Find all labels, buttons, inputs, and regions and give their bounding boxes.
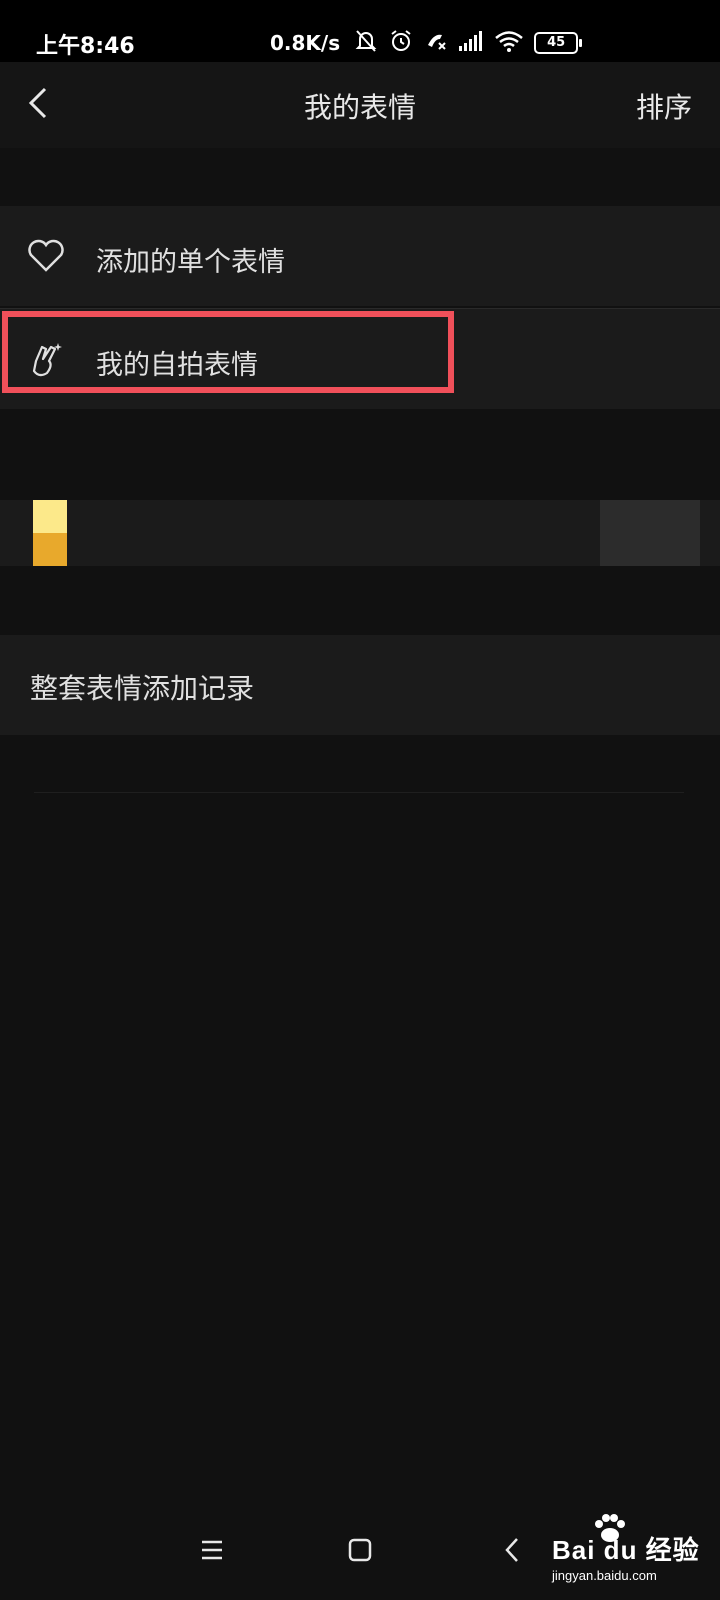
- network-speed: 0.8K/s: [270, 31, 341, 55]
- sort-button[interactable]: 排序: [636, 86, 692, 126]
- list-item-single-emojis[interactable]: 添加的单个表情: [0, 206, 720, 306]
- nav-back-button[interactable]: [490, 1530, 534, 1574]
- home-button[interactable]: [338, 1530, 382, 1574]
- heart-icon: [26, 236, 66, 276]
- call-icon: [424, 29, 448, 57]
- status-time: 上午8:46: [36, 34, 135, 59]
- signal-icon: [458, 30, 484, 56]
- menu-icon: [200, 1539, 224, 1565]
- watermark-brand: Bai du 经验: [552, 1535, 700, 1565]
- header-bar: 我的表情 排序: [0, 62, 720, 148]
- wifi-icon: [494, 29, 524, 57]
- list-item-label: 添加的单个表情: [96, 247, 285, 278]
- full-pack-history-item[interactable]: 整套表情添加记录: [0, 635, 720, 735]
- baidu-jingyan-watermark: Bai du 经验 jingyan.baidu.com: [550, 1514, 720, 1600]
- emoji-pack-preview: [600, 500, 700, 566]
- page-title: 我的表情: [303, 91, 416, 124]
- highlight-annotation: [2, 311, 454, 393]
- menu-button[interactable]: [190, 1530, 234, 1574]
- full-pack-history-label: 整套表情添加记录: [30, 672, 255, 705]
- chevron-left-icon: [504, 1537, 520, 1567]
- status-indicators: 0.8K/s 45: [270, 26, 583, 60]
- battery-icon: 45: [534, 32, 583, 54]
- home-square-icon: [348, 1538, 372, 1566]
- emoji-pack-thumbnail: [33, 500, 67, 566]
- watermark-site: jingyan.baidu.com: [552, 1568, 657, 1583]
- status-bar: 上午8:46 0.8K/s 45: [0, 0, 720, 62]
- bell-off-icon: [354, 28, 378, 58]
- divider: [34, 792, 684, 793]
- alarm-icon: [388, 28, 414, 58]
- emoji-pack-row[interactable]: [0, 500, 720, 566]
